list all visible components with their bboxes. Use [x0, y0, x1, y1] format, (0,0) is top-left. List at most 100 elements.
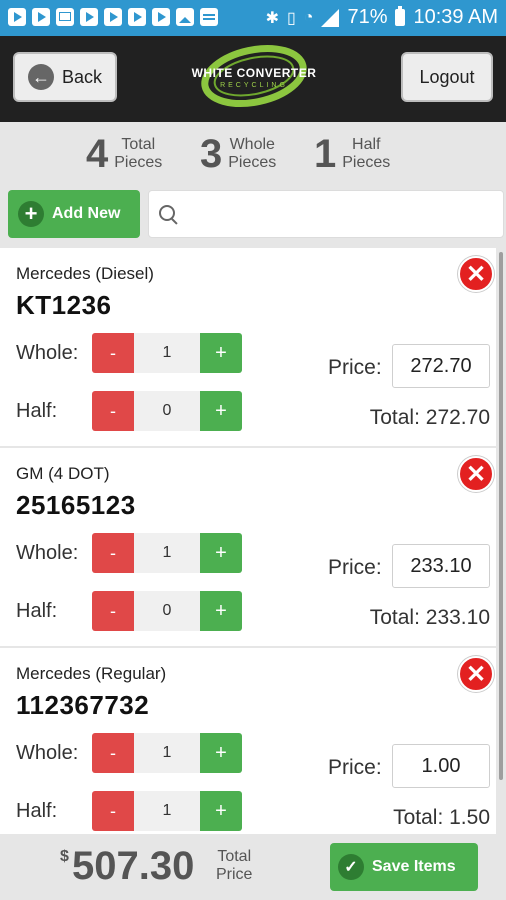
back-label: Back [61, 66, 103, 87]
whole-increment-button[interactable]: + [200, 533, 242, 573]
search-box[interactable] [148, 190, 504, 239]
delete-item-button[interactable]: ✕ [458, 256, 494, 292]
item-total: Total: 233.10 [369, 606, 490, 629]
half-quantity[interactable]: 0 [134, 391, 200, 431]
delete-item-button[interactable]: ✕ [458, 456, 494, 492]
half-stepper: - 1 + [92, 791, 242, 831]
logo-text: WHITE CONVERTER [191, 66, 317, 80]
half-label: Half: [16, 800, 58, 822]
summary-total: 4 Total Pieces [86, 132, 162, 176]
item-name: GM (4 DOT) [16, 464, 110, 483]
whole-quantity[interactable]: 1 [134, 533, 200, 573]
price-label: Price: [328, 756, 382, 779]
whole-decrement-button[interactable]: - [92, 533, 134, 573]
price-label: Price: [328, 356, 382, 379]
half-increment-button[interactable]: + [200, 791, 242, 831]
calendar-icon [200, 8, 218, 26]
half-increment-button[interactable]: + [200, 391, 242, 431]
half-stepper: - 0 + [92, 391, 242, 431]
logout-button[interactable]: Logout [401, 52, 493, 102]
add-new-button[interactable]: + Add New [8, 190, 140, 238]
whole-label: Whole: [16, 542, 79, 564]
whole-decrement-button[interactable]: - [92, 733, 134, 773]
item-code: KT1236 [16, 290, 112, 320]
list-item: Mercedes (Regular) 112367732 ✕ Whole: - … [0, 648, 496, 834]
price-label: Price: [328, 556, 382, 579]
plus-icon: + [18, 201, 44, 227]
whole-pieces-count: 3 [200, 132, 223, 176]
youtube-icon [104, 8, 122, 26]
price-input[interactable]: 1.00 [392, 744, 490, 788]
half-decrement-button[interactable]: - [92, 791, 134, 831]
half-pieces-count: 1 [314, 132, 337, 176]
half-quantity[interactable]: 0 [134, 591, 200, 631]
item-total: Total: 1.50 [393, 806, 490, 829]
close-icon: ✕ [465, 660, 487, 688]
item-code: 112367732 [16, 690, 150, 720]
summary-half: 1 Half Pieces [314, 132, 390, 176]
youtube-icon [128, 8, 146, 26]
search-icon [159, 205, 175, 221]
currency-symbol: $ [60, 848, 69, 865]
whole-increment-button[interactable]: + [200, 333, 242, 373]
total-price-amount: 507.30 [72, 844, 195, 888]
half-pieces-label: Half Pieces [342, 136, 391, 171]
half-decrement-button[interactable]: - [92, 591, 134, 631]
checkmark-icon: ✓ [338, 854, 364, 880]
brand-logo: WHITE CONVERTER RECYCLING [183, 40, 325, 112]
whole-quantity[interactable]: 1 [134, 333, 200, 373]
whole-stepper: - 1 + [92, 733, 242, 773]
whole-quantity[interactable]: 1 [134, 733, 200, 773]
half-label: Half: [16, 600, 58, 622]
item-name: Mercedes (Regular) [16, 664, 167, 683]
save-items-button[interactable]: ✓ Save Items [330, 843, 478, 891]
whole-label: Whole: [16, 342, 79, 364]
converter-list[interactable]: Mercedes (Diesel) KT1236 ✕ Whole: - 1 + … [0, 248, 506, 834]
price-input[interactable]: 272.70 [392, 344, 490, 388]
youtube-icon [80, 8, 98, 26]
footer-bar: $ 507.30 Total Price ✓ Save Items [0, 834, 506, 900]
bluetooth-icon: ✱ [265, 9, 279, 27]
total-pieces-count: 4 [86, 132, 109, 176]
item-name: Mercedes (Diesel) [16, 264, 154, 283]
logout-label: Logout [419, 66, 475, 87]
half-label: Half: [16, 400, 58, 422]
summary-whole: 3 Whole Pieces [200, 132, 276, 176]
battery-icon [395, 6, 406, 26]
youtube-icon [32, 8, 50, 26]
vibrate-icon: ▯ [286, 9, 296, 27]
item-total: Total: 272.70 [369, 406, 490, 429]
app-header: ← Back WHITE CONVERTER RECYCLING Logout [0, 36, 506, 122]
item-code: 25165123 [16, 490, 136, 520]
youtube-icon [8, 8, 26, 26]
clock: 10:39 AM [413, 6, 498, 28]
close-icon: ✕ [465, 260, 487, 288]
whole-stepper: - 1 + [92, 333, 242, 373]
search-input[interactable] [183, 191, 487, 239]
total-pieces-label: Total Pieces [114, 136, 163, 171]
wifi-icon: ◔ [303, 8, 314, 26]
logo-subtext: RECYCLING [220, 82, 288, 89]
image-icon [176, 8, 194, 26]
signal-icon [321, 8, 340, 27]
whole-label: Whole: [16, 742, 79, 764]
list-scrollbar[interactable] [499, 252, 503, 780]
arrow-left-icon: ← [27, 64, 54, 90]
price-input[interactable]: 233.10 [392, 544, 490, 588]
back-button[interactable]: ← Back [13, 52, 117, 102]
delete-item-button[interactable]: ✕ [458, 656, 494, 692]
whole-increment-button[interactable]: + [200, 733, 242, 773]
pieces-summary: 4 Total Pieces 3 Whole Pieces 1 Half Pieces [0, 122, 506, 184]
notification-icons [8, 8, 218, 26]
battery-percent: 71% [347, 6, 388, 28]
half-quantity[interactable]: 1 [134, 791, 200, 831]
youtube-icon [152, 8, 170, 26]
half-decrement-button[interactable]: - [92, 391, 134, 431]
mail-icon [56, 8, 74, 26]
half-increment-button[interactable]: + [200, 591, 242, 631]
whole-decrement-button[interactable]: - [92, 333, 134, 373]
list-item: Mercedes (Diesel) KT1236 ✕ Whole: - 1 + … [0, 248, 496, 446]
whole-stepper: - 1 + [92, 533, 242, 573]
list-item: GM (4 DOT) 25165123 ✕ Whole: - 1 + Half:… [0, 448, 496, 646]
total-price-label: Total Price [216, 848, 253, 883]
